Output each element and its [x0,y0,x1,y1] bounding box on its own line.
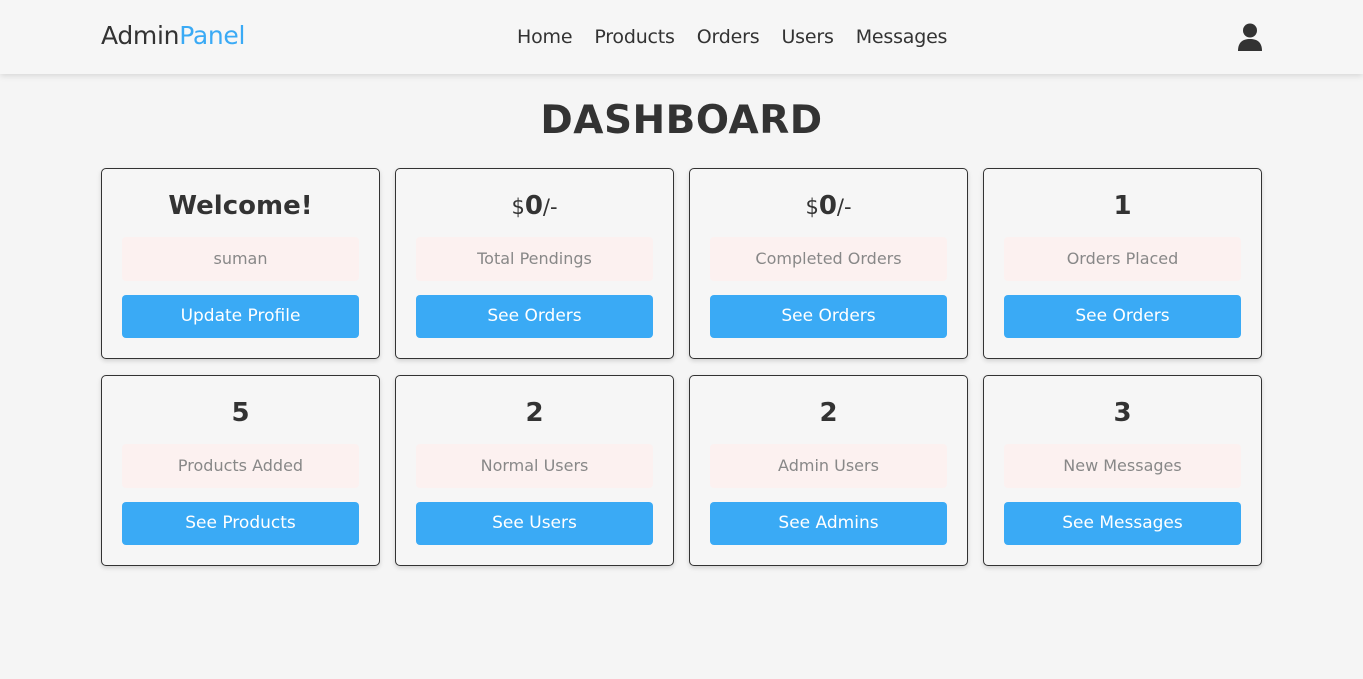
card-completed-orders: $0/- Completed Orders See Orders [689,168,968,359]
see-messages-button[interactable]: See Messages [1004,502,1241,545]
see-orders-button[interactable]: See Orders [710,295,947,338]
nav-products[interactable]: Products [594,26,675,48]
card-orders-placed: 1 Orders Placed See Orders [983,168,1262,359]
card-label: Orders Placed [1004,237,1241,281]
card-products-added: 5 Products Added See Products [101,375,380,566]
card-label: Products Added [122,444,359,488]
logo-main: Admin [101,21,180,50]
card-new-messages: 3 New Messages See Messages [983,375,1262,566]
card-label: Admin Users [710,444,947,488]
card-label: suman [122,237,359,281]
card-label: Completed Orders [710,237,947,281]
card-total-pendings: $0/- Total Pendings See Orders [395,168,674,359]
see-products-button[interactable]: See Products [122,502,359,545]
card-value: 2 [819,398,838,428]
card-value: 3 [1113,398,1132,428]
nav-home[interactable]: Home [517,26,573,48]
logo-accent: Panel [179,21,246,50]
card-value: Welcome! [168,191,313,221]
main-nav: Home Products Orders Users Messages [517,26,969,48]
see-orders-button[interactable]: See Orders [1004,295,1241,338]
update-profile-button[interactable]: Update Profile [122,295,359,338]
card-label: New Messages [1004,444,1241,488]
nav-orders[interactable]: Orders [697,26,760,48]
card-normal-users: 2 Normal Users See Users [395,375,674,566]
see-users-button[interactable]: See Users [416,502,653,545]
user-icon[interactable] [1237,23,1263,51]
dashboard-grid: Welcome! suman Update Profile $0/- Total… [101,168,1262,566]
nav-messages[interactable]: Messages [856,26,948,48]
card-label: Total Pendings [416,237,653,281]
card-label: Normal Users [416,444,653,488]
card-value: $0/- [805,191,852,221]
top-header: AdminPanel Home Products Orders Users Me… [0,0,1363,74]
see-admins-button[interactable]: See Admins [710,502,947,545]
card-value: 1 [1113,191,1132,221]
page-title: DASHBOARD [540,98,823,143]
logo[interactable]: AdminPanel [101,21,245,50]
card-value: 5 [231,398,250,428]
nav-users[interactable]: Users [781,26,833,48]
card-value: 2 [525,398,544,428]
card-welcome: Welcome! suman Update Profile [101,168,380,359]
card-admin-users: 2 Admin Users See Admins [689,375,968,566]
card-value: $0/- [511,191,558,221]
see-orders-button[interactable]: See Orders [416,295,653,338]
